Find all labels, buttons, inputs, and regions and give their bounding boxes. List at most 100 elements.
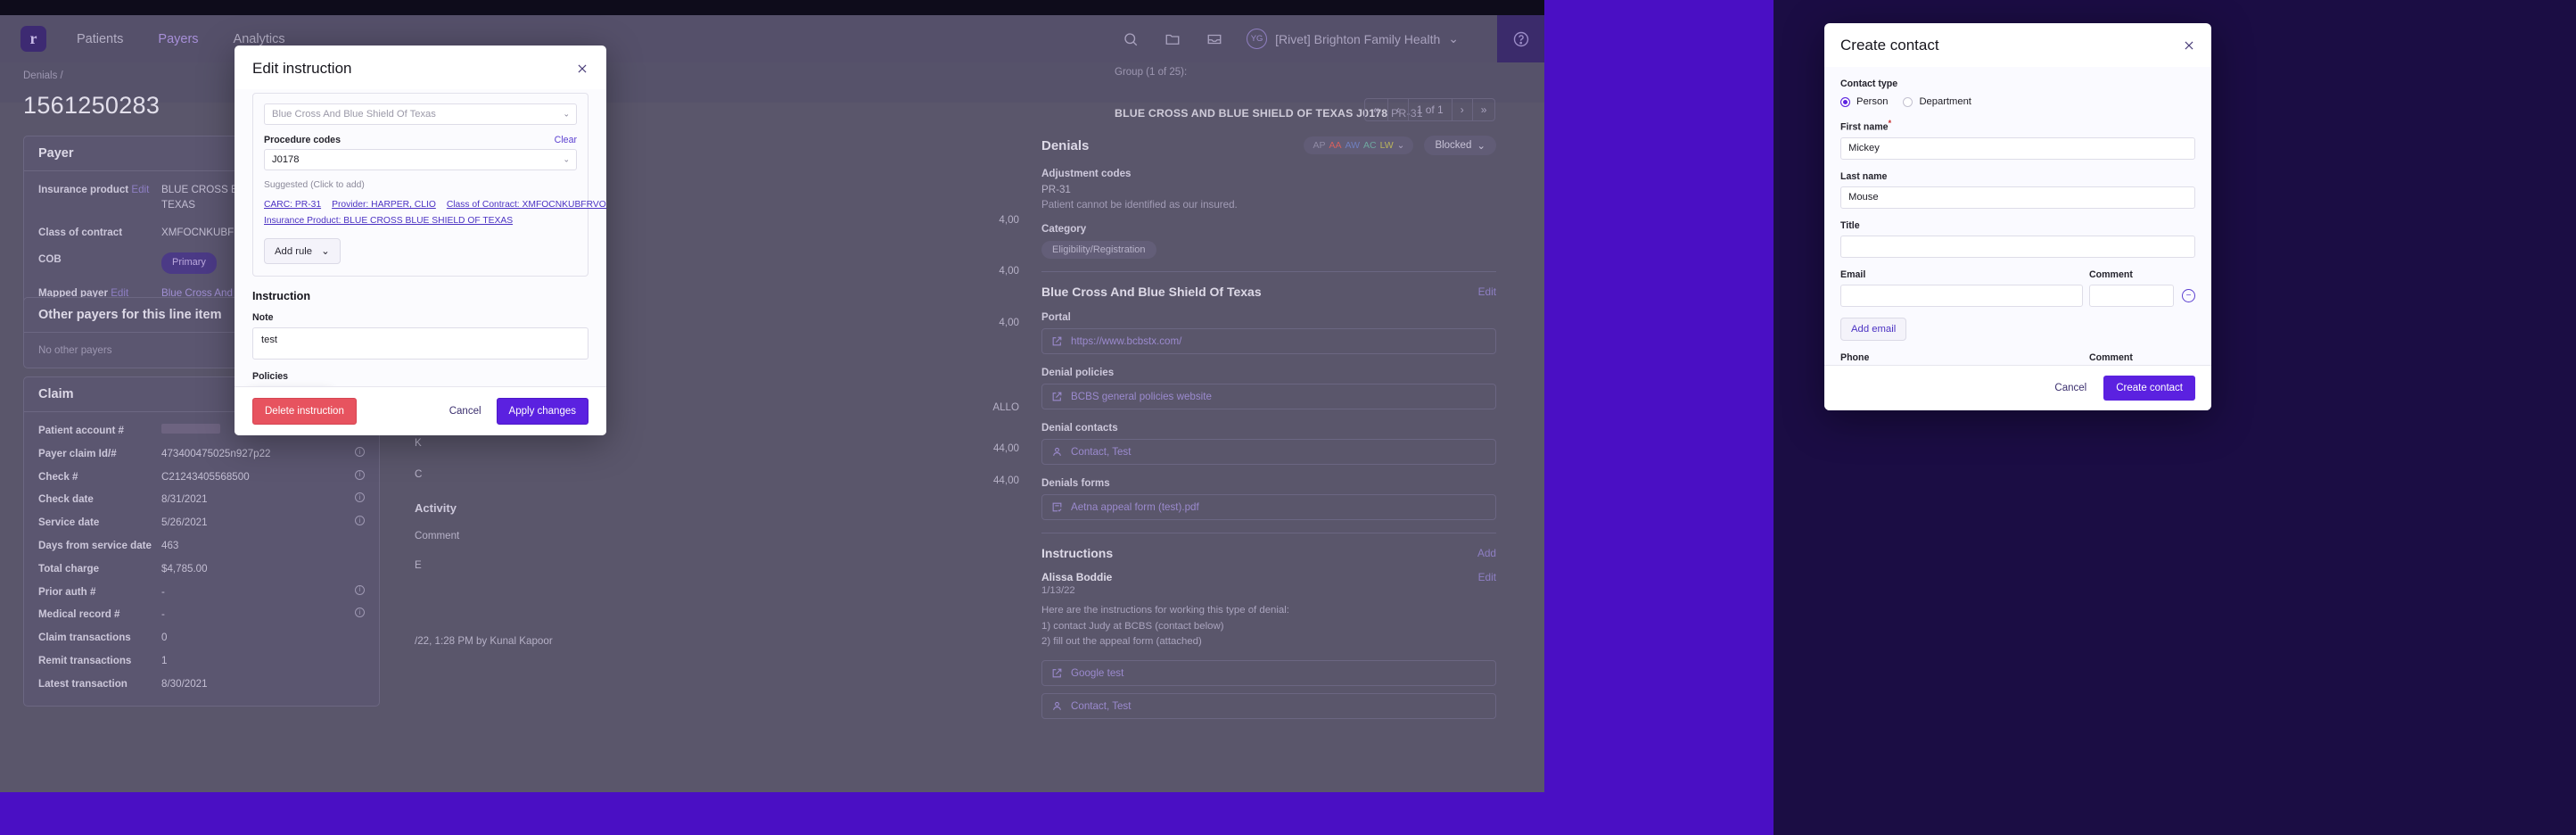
portal-url: https://www.bcbstx.com/ xyxy=(1071,335,1182,347)
instruction-date: 1/13/22 xyxy=(1041,585,1075,596)
transaction-code: C xyxy=(415,468,423,480)
last-name-field[interactable]: Mouse xyxy=(1840,186,2195,209)
info-icon[interactable]: i xyxy=(355,446,365,457)
code-aw: AW xyxy=(1345,140,1361,151)
email-comment-field[interactable] xyxy=(2089,284,2174,307)
note-textarea[interactable]: test xyxy=(252,327,588,360)
row-key: Latest transaction xyxy=(38,677,128,690)
pager-prev[interactable]: ‹ xyxy=(1388,99,1409,120)
portal-label: Portal xyxy=(1041,311,1071,323)
add-email-button[interactable]: Add email xyxy=(1840,317,1907,341)
nav-item-payers[interactable]: Payers xyxy=(158,32,198,46)
email-field[interactable] xyxy=(1840,284,2083,307)
app-logo[interactable]: r xyxy=(21,26,46,52)
chevron-down-icon: ⌄ xyxy=(1477,141,1486,152)
row-value: 5/26/2021 xyxy=(161,517,208,529)
breadcrumb[interactable]: Denials / xyxy=(23,70,63,81)
payer-select[interactable]: Blue Cross And Blue Shield Of Texas ⌄ xyxy=(264,103,577,125)
add-instruction-link[interactable]: Add xyxy=(1477,547,1496,559)
denial-policies-link[interactable]: BCBS general policies website xyxy=(1041,384,1496,409)
denial-contact-name: Contact, Test xyxy=(1071,446,1132,458)
pager-last[interactable]: » xyxy=(1473,99,1495,120)
info-icon[interactable]: i xyxy=(355,469,365,480)
modal-body: Blue Cross And Blue Shield Of Texas ⌄ Pr… xyxy=(235,89,606,386)
table-row: Prior auth # - i xyxy=(38,584,365,600)
edit-link[interactable]: Edit xyxy=(131,184,149,195)
create-modal-header: Create contact xyxy=(1824,23,2211,67)
info-icon[interactable]: i xyxy=(355,516,365,526)
instruction-contact-item[interactable]: Contact, Test xyxy=(1041,693,1496,720)
denials-form-item[interactable]: Aetna appeal form (test).pdf xyxy=(1041,494,1496,520)
suggested-carc[interactable]: CARC: PR-31 xyxy=(264,200,321,210)
org-name: [Rivet] Brighton Family Health xyxy=(1275,31,1441,46)
instruction-attachment-link[interactable]: Google test xyxy=(1041,660,1496,687)
row-key: Days from service date xyxy=(38,539,152,551)
cancel-button[interactable]: Cancel xyxy=(438,399,493,424)
table-row: Remit transactions 1 xyxy=(38,654,365,669)
comment-label: Comment xyxy=(415,530,460,542)
denials-forms-label: Denials forms xyxy=(1041,477,1110,489)
edit-instruction-link[interactable]: Edit xyxy=(1478,571,1496,583)
close-icon[interactable] xyxy=(2183,39,2195,52)
nav-item-patients[interactable]: Patients xyxy=(77,32,123,46)
clear-link[interactable]: Clear xyxy=(555,135,577,145)
radio-person-label: Person xyxy=(1856,96,1889,107)
redacted-value xyxy=(161,424,220,434)
code-lw: LW xyxy=(1379,140,1394,151)
folder-icon[interactable] xyxy=(1163,29,1182,49)
pager-first[interactable]: « xyxy=(1365,99,1388,120)
payer-select-value: Blue Cross And Blue Shield Of Texas xyxy=(272,109,436,120)
app-viewport: r Patients Payers Analytics YG [Rivet] B… xyxy=(0,15,1544,792)
suggested-class-of-contract[interactable]: Class of Contract: XMFOCNKUBFRVODVZCRJFR… xyxy=(447,200,606,210)
title-field[interactable] xyxy=(1840,235,2195,258)
contact-type-radio-group: Person Department xyxy=(1840,96,2195,107)
search-icon[interactable] xyxy=(1121,29,1140,49)
cancel-button[interactable]: Cancel xyxy=(2043,376,2098,401)
org-selector[interactable]: YG [Rivet] Brighton Family Health ⌄ xyxy=(1247,29,1459,49)
chevron-down-icon: ⌄ xyxy=(563,109,570,119)
denial-policies-text: BCBS general policies website xyxy=(1071,391,1212,402)
row-value: 1 xyxy=(161,654,168,666)
create-contact-button[interactable]: Create contact xyxy=(2103,376,2195,401)
phone-label: Phone xyxy=(1840,351,1870,363)
delete-instruction-button[interactable]: Delete instruction xyxy=(252,398,357,425)
modal-title: Edit instruction xyxy=(252,60,352,77)
add-rule-button[interactable]: Add rule ⌄ xyxy=(264,238,341,265)
instruction-meta: Alissa Boddie Edit xyxy=(1041,571,1496,583)
help-icon[interactable] xyxy=(1497,15,1544,62)
first-name-field[interactable]: Mickey xyxy=(1840,136,2195,160)
external-link-icon xyxy=(1051,335,1063,347)
inbox-icon[interactable] xyxy=(1205,29,1224,49)
row-key: COB xyxy=(38,253,62,266)
modal-header: Edit instruction xyxy=(235,45,606,89)
row-value: 8/30/2021 xyxy=(161,677,208,690)
info-icon[interactable]: i xyxy=(355,584,365,595)
info-icon[interactable]: i xyxy=(355,608,365,618)
footer-note: /22, 1:28 PM by Kunal Kapoor xyxy=(415,635,553,647)
row-value: - xyxy=(161,608,165,621)
row-value: 473400475025n927p22 xyxy=(161,447,271,459)
portal-link[interactable]: https://www.bcbstx.com/ xyxy=(1041,328,1496,354)
nav-item-analytics[interactable]: Analytics xyxy=(234,32,285,46)
remove-email-icon[interactable]: − xyxy=(2182,288,2195,302)
pager-next[interactable]: › xyxy=(1453,99,1473,120)
procedure-code-input[interactable]: J0178 ⌄ xyxy=(264,149,577,170)
code-filter-chip[interactable]: AP AA AW AC LW ⌄ xyxy=(1304,136,1414,154)
radio-department[interactable]: Department xyxy=(1903,96,1971,107)
apply-changes-button[interactable]: Apply changes xyxy=(496,398,588,425)
suggested-provider[interactable]: Provider: HARPER, CLIO xyxy=(332,200,436,210)
payer-edit-link[interactable]: Edit xyxy=(1478,285,1496,298)
instruction-line: 2) fill out the appeal form (attached) xyxy=(1041,636,1202,648)
denials-column: Denials AP AA AW AC LW ⌄ Blocked ⌄ Adjus… xyxy=(1041,136,1496,720)
amount-cell: ALLO xyxy=(992,401,1019,413)
create-contact-window: Create contact Contact type Person Depar… xyxy=(1774,0,2576,835)
close-icon[interactable] xyxy=(576,62,588,75)
suggested-insurance-product[interactable]: Insurance Product: BLUE CROSS BLUE SHIEL… xyxy=(264,216,513,226)
radio-person[interactable]: Person xyxy=(1840,96,1888,107)
status-filter-chip[interactable]: Blocked ⌄ xyxy=(1424,136,1496,155)
denial-contact-item[interactable]: Contact, Test xyxy=(1041,439,1496,465)
chevron-down-icon: ⌄ xyxy=(1396,140,1405,151)
info-icon[interactable]: i xyxy=(355,492,365,503)
radio-department-label: Department xyxy=(1919,96,1971,107)
pagination[interactable]: « ‹ 1 of 1 › » xyxy=(1364,98,1496,121)
